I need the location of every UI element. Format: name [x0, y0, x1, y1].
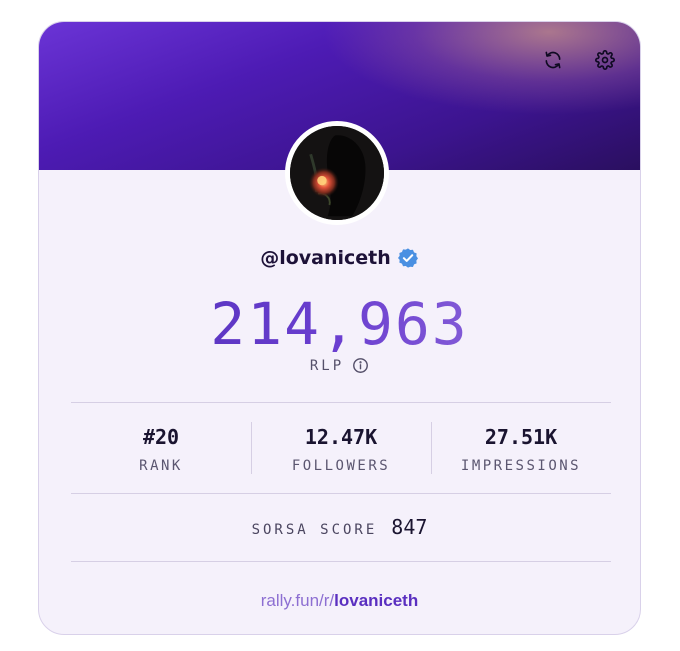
- referral-link-user: lovaniceth: [334, 591, 419, 610]
- rlp-score: 214,963: [39, 290, 640, 358]
- sorsa-score-label: SORSA SCORE: [251, 522, 378, 538]
- profile-avatar[interactable]: [285, 121, 389, 225]
- avatar-image: [290, 126, 384, 220]
- stat-impressions: 27.51K IMPRESSIONS: [431, 422, 611, 474]
- referral-link-prefix: rally.fun/r/: [260, 591, 335, 610]
- stat-value: #20: [142, 425, 180, 449]
- handle-row: @lovaniceth: [39, 247, 640, 269]
- stat-label: IMPRESSIONS: [460, 458, 582, 474]
- info-icon[interactable]: [352, 357, 369, 374]
- stat-rank: #20 RANK: [71, 422, 251, 474]
- refresh-button[interactable]: [541, 48, 565, 72]
- stat-value: 12.47K: [304, 425, 378, 449]
- stat-label: RANK: [139, 458, 183, 474]
- gear-icon: [595, 50, 615, 70]
- rlp-label: RLP: [309, 357, 345, 374]
- stats-row: #20 RANK 12.47K FOLLOWERS 27.51K IMPRESS…: [71, 422, 611, 474]
- verified-badge-icon: [397, 248, 418, 268]
- divider: [71, 493, 611, 494]
- profile-card: @lovaniceth 214,963 RLP #20 RANK 12.47K …: [38, 21, 641, 635]
- sorsa-score-value: 847: [391, 515, 428, 539]
- settings-button[interactable]: [593, 48, 617, 72]
- profile-handle[interactable]: @lovaniceth: [260, 247, 391, 269]
- divider: [71, 561, 611, 562]
- stat-followers: 12.47K FOLLOWERS: [251, 422, 431, 474]
- score-label-row: RLP: [39, 357, 640, 374]
- referral-link[interactable]: rally.fun/r/lovaniceth: [39, 591, 640, 611]
- refresh-icon: [545, 51, 561, 69]
- divider: [71, 402, 611, 403]
- stat-label: FOLLOWERS: [291, 458, 391, 474]
- sorsa-score-row: SORSA SCORE 847: [39, 515, 640, 539]
- stat-value: 27.51K: [484, 425, 558, 449]
